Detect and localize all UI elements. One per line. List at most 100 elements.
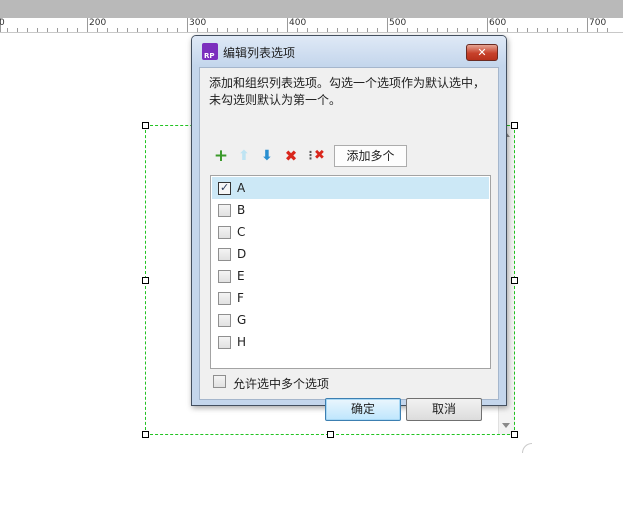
ruler-minor-tick: [277, 28, 278, 32]
ruler-minor-tick: [157, 28, 158, 32]
ruler-minor-tick: [377, 28, 378, 32]
ruler-label: 400: [289, 18, 307, 28]
plus-icon[interactable]: +: [212, 147, 230, 165]
ruler-minor-tick: [357, 28, 358, 32]
ruler-minor-tick: [57, 28, 58, 32]
item-checkbox[interactable]: [218, 270, 231, 283]
options-list[interactable]: ✓ A B C D E F G H: [210, 175, 491, 369]
close-x-icon: ✕: [477, 46, 487, 59]
ruler-label: 500: [389, 18, 407, 28]
ruler-minor-tick: [297, 28, 298, 32]
item-checkbox[interactable]: [218, 204, 231, 217]
arrow-down-icon[interactable]: ⬇: [258, 147, 276, 165]
resize-handle-top-right[interactable]: [511, 122, 518, 129]
ruler-minor-tick: [517, 28, 518, 32]
ruler-label: 600: [489, 18, 507, 28]
item-checkbox[interactable]: [218, 292, 231, 305]
ruler-minor-tick: [187, 28, 188, 32]
item-label: E: [237, 269, 245, 283]
check-icon: ✓: [220, 181, 230, 194]
ruler-minor-tick: [557, 28, 558, 32]
ruler-minor-tick: [17, 28, 18, 32]
resize-handle-bottom-left[interactable]: [142, 431, 149, 438]
item-checkbox[interactable]: [218, 314, 231, 327]
ruler-minor-tick: [587, 28, 588, 32]
cancel-button[interactable]: 取消: [406, 398, 482, 421]
ruler-minor-tick: [217, 28, 218, 32]
list-item[interactable]: G: [212, 309, 489, 331]
list-item[interactable]: H: [212, 331, 489, 353]
ruler-minor-tick: [107, 28, 108, 32]
ruler-minor-tick: [387, 28, 388, 32]
ruler-minor-tick: [237, 28, 238, 32]
item-label: D: [237, 247, 247, 261]
ruler-minor-tick: [197, 28, 198, 32]
ruler-minor-tick: [147, 28, 148, 32]
list-item[interactable]: C: [212, 221, 489, 243]
ruler-minor-tick: [397, 28, 398, 32]
allow-multiple-option[interactable]: 允许选中多个选项: [212, 373, 412, 391]
ruler-minor-tick: [127, 28, 128, 32]
ruler-label: 300: [189, 18, 207, 28]
ruler-minor-tick: [247, 28, 248, 32]
arrow-up-icon[interactable]: ⬆: [235, 147, 253, 165]
item-label: H: [237, 335, 247, 349]
ruler-minor-tick: [487, 28, 488, 32]
list-item[interactable]: D: [212, 243, 489, 265]
allow-multiple-checkbox[interactable]: [213, 375, 226, 388]
delete-x-icon[interactable]: ✖: [282, 147, 300, 165]
ruler-minor-tick: [207, 28, 208, 32]
ruler-minor-tick: [77, 28, 78, 32]
resize-handle-bottom[interactable]: [327, 431, 334, 438]
resize-handle-bottom-right[interactable]: [511, 431, 518, 438]
list-item[interactable]: B: [212, 199, 489, 221]
resize-handle-left[interactable]: [142, 277, 149, 284]
item-checkbox[interactable]: [218, 248, 231, 261]
ruler-minor-tick: [527, 28, 528, 32]
ruler-minor-tick: [177, 28, 178, 32]
axure-rp-icon: RP: [202, 43, 218, 60]
item-checkbox[interactable]: ✓: [218, 181, 231, 195]
ruler-minor-tick: [447, 28, 448, 32]
ruler-minor-tick: [537, 28, 538, 32]
item-checkbox[interactable]: [218, 336, 231, 349]
dialog-description: 添加和组织列表选项。勾选一个选项作为默认选中， 未勾选则默认为第一个。: [209, 75, 495, 109]
ok-button[interactable]: 确定: [325, 398, 401, 421]
ruler-minor-tick: [327, 28, 328, 32]
ruler-minor-tick: [507, 28, 508, 32]
list-item[interactable]: ✓ A: [212, 177, 489, 199]
ruler-minor-tick: [67, 28, 68, 32]
item-label: G: [237, 313, 247, 327]
ruler-minor-tick: [97, 28, 98, 32]
add-multiple-button[interactable]: 添加多个: [334, 145, 407, 167]
close-button[interactable]: ✕: [466, 44, 498, 61]
ruler-minor-tick: [167, 28, 168, 32]
item-checkbox[interactable]: [218, 226, 231, 239]
dialog-body: 添加和组织列表选项。勾选一个选项作为默认选中， 未勾选则默认为第一个。 + ⬆ …: [199, 67, 499, 421]
ruler-minor-tick: [137, 28, 138, 32]
resize-handle-top-left[interactable]: [142, 122, 149, 129]
ruler-minor-tick: [467, 28, 468, 32]
rotate-handle-icon[interactable]: [522, 443, 532, 453]
ruler-minor-tick: [117, 28, 118, 32]
description-line-1: 添加和组织列表选项。勾选一个选项作为默认选中，: [209, 76, 486, 90]
list-item[interactable]: E: [212, 265, 489, 287]
delete-all-icon[interactable]: ⋮✖: [304, 147, 326, 165]
ruler-minor-tick: [417, 28, 418, 32]
top-toolbar-strip: [0, 0, 623, 18]
ruler-minor-tick: [47, 28, 48, 32]
dialog-title: 编辑列表选项: [223, 46, 296, 60]
horizontal-ruler: 0 200 300 400 500 600 700: [0, 18, 623, 33]
resize-handle-right[interactable]: [511, 277, 518, 284]
ruler-minor-tick: [367, 28, 368, 32]
ruler-minor-tick: [437, 28, 438, 32]
item-label: F: [237, 291, 244, 305]
ruler-minor-tick: [267, 28, 268, 32]
ruler-minor-tick: [567, 28, 568, 32]
ruler-minor-tick: [597, 28, 598, 32]
list-item[interactable]: F: [212, 287, 489, 309]
ruler-minor-tick: [347, 28, 348, 32]
dialog-titlebar[interactable]: RP 编辑列表选项 ✕: [192, 36, 506, 66]
ruler-minor-tick: [427, 28, 428, 32]
ruler-minor-tick: [477, 28, 478, 32]
